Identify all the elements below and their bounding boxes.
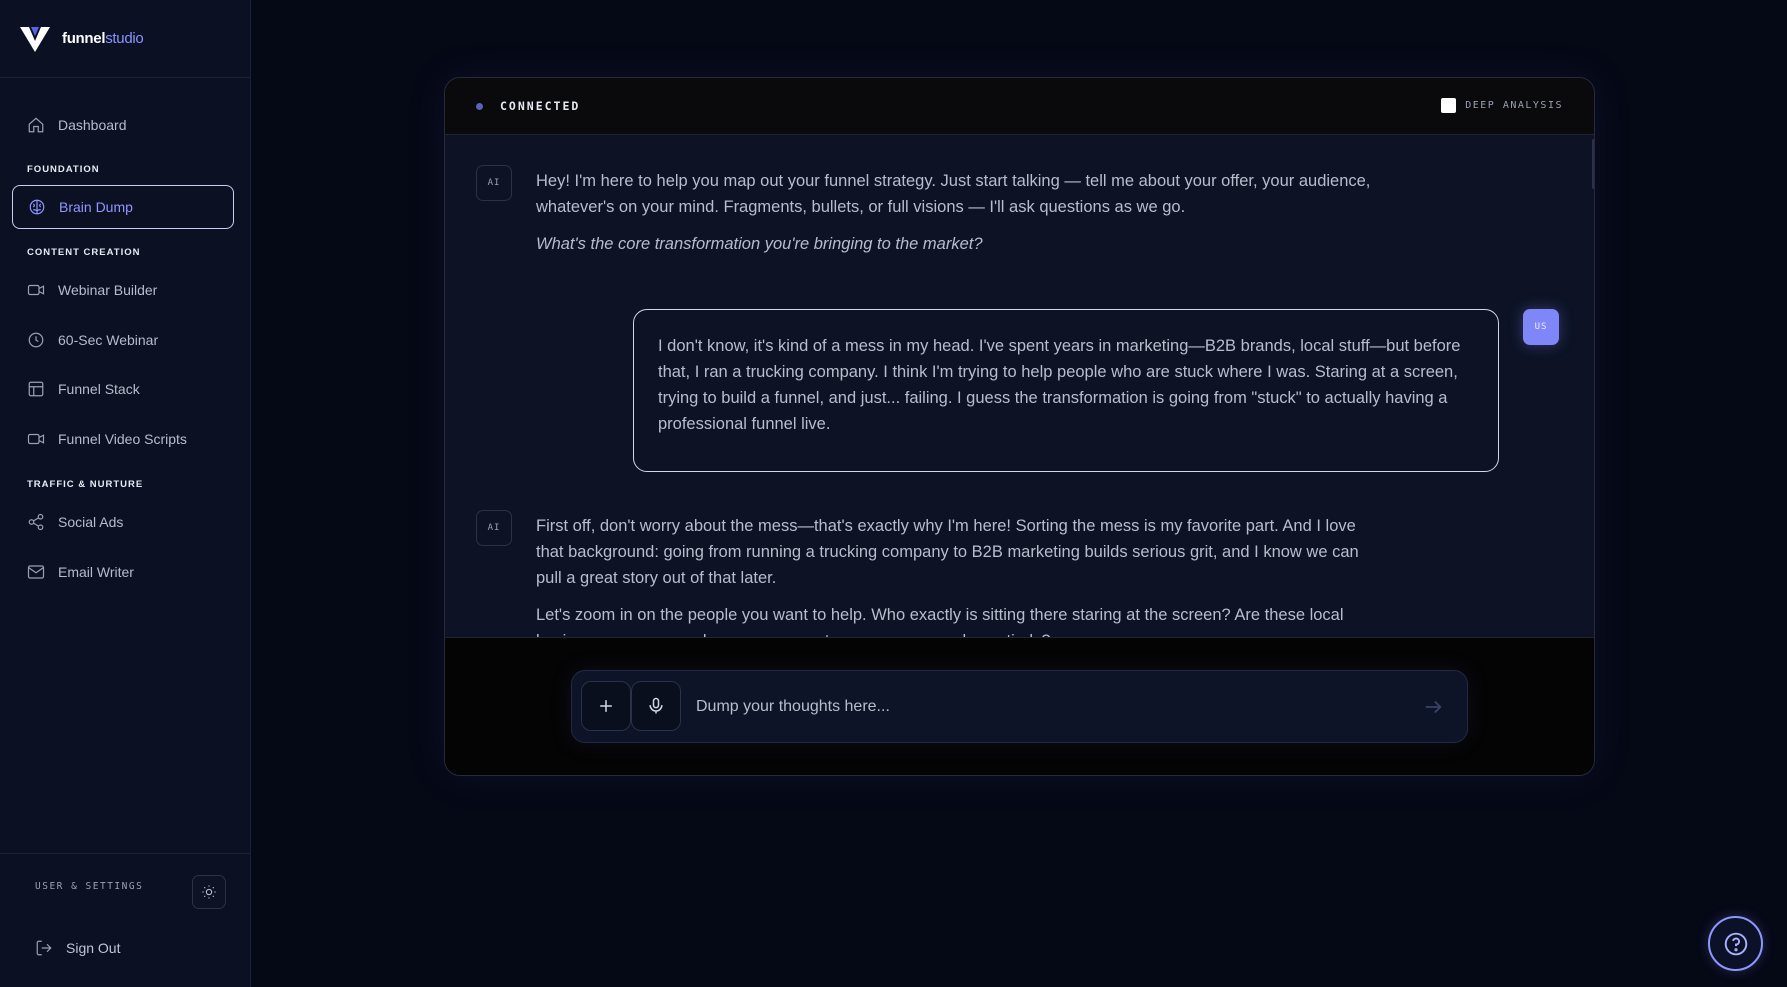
deep-analysis-checkbox[interactable] [1441, 98, 1457, 113]
share-icon [28, 513, 44, 531]
user-message: I don't know, it's kind of a mess in my … [633, 309, 1499, 472]
section-label-foundation: FOUNDATION [27, 164, 100, 175]
sign-out-button[interactable]: Sign Out [35, 939, 120, 957]
help-button[interactable] [1708, 916, 1763, 971]
status-dot-icon [476, 102, 483, 110]
video-icon [27, 433, 45, 445]
ai-avatar: AI [476, 165, 512, 201]
sidebar-item-funnel-stack[interactable]: Funnel Stack [12, 367, 234, 411]
sidebar-item-dashboard[interactable]: Dashboard [12, 103, 234, 147]
deep-analysis-toggle[interactable]: DEEP ANALYSIS [1441, 98, 1563, 113]
sidebar-item-funnel-video-scripts[interactable]: Funnel Video Scripts [12, 417, 234, 461]
section-label-content-creation: CONTENT CREATION [27, 247, 141, 258]
message-question: What's the core transformation you're br… [536, 235, 983, 253]
composer-bar [571, 670, 1468, 743]
logout-icon [36, 940, 52, 956]
sidebar-item-social-ads[interactable]: Social Ads [12, 500, 234, 544]
message-list[interactable]: AI Hey! I'm here to help you map out you… [445, 135, 1594, 637]
ai-avatar: AI [476, 510, 512, 546]
brand-logo[interactable]: funnelstudio [0, 0, 250, 78]
plus-icon [600, 700, 612, 712]
theme-toggle-button[interactable] [192, 875, 226, 909]
sidebar-item-label: Funnel Stack [58, 381, 140, 397]
ai-message: Hey! I'm here to help you map out your f… [536, 168, 1386, 257]
user-avatar: US [1523, 309, 1559, 345]
sign-out-label: Sign Out [66, 940, 121, 956]
sidebar-item-label: Funnel Video Scripts [58, 431, 187, 447]
video-icon [27, 284, 45, 296]
clock-icon [28, 332, 44, 348]
mail-icon [27, 565, 45, 579]
sun-icon [202, 885, 216, 899]
voice-input-button[interactable] [631, 681, 681, 731]
microphone-icon [649, 697, 663, 714]
user-settings-label: USER & SETTINGS [35, 881, 144, 892]
sidebar-item-60-sec-webinar[interactable]: 60-Sec Webinar [12, 318, 234, 362]
scrollbar-thumb[interactable] [1592, 139, 1594, 189]
arrow-right-icon [1425, 700, 1442, 714]
logo-icon [20, 26, 50, 52]
sidebar: funnelstudio Dashboard FOUNDATION Brain … [0, 0, 251, 987]
attach-button[interactable] [581, 681, 631, 731]
sidebar-item-label: Brain Dump [59, 199, 133, 215]
sidebar-item-label: Email Writer [58, 564, 134, 580]
sidebar-item-label: Social Ads [58, 514, 124, 530]
message-paragraph: Let's zoom in on the people you want to … [536, 606, 1344, 637]
section-label-traffic-nurture: TRAFFIC & NURTURE [27, 479, 144, 490]
chat-header: CONNECTED DEEP ANALYSIS [445, 78, 1594, 135]
message-paragraph: First off, don't worry about the mess—th… [536, 517, 1359, 587]
layout-icon [28, 381, 44, 397]
sidebar-item-label: 60-Sec Webinar [58, 332, 159, 348]
home-icon [28, 117, 44, 133]
message-input[interactable] [696, 691, 1396, 723]
chat-panel: CONNECTED DEEP ANALYSIS AI Hey! I'm here… [444, 77, 1595, 776]
help-icon [1724, 932, 1747, 955]
deep-analysis-label: DEEP ANALYSIS [1465, 100, 1563, 111]
sidebar-footer: USER & SETTINGS Sign Out [0, 853, 250, 987]
send-button[interactable] [1419, 693, 1447, 721]
composer-area [445, 637, 1594, 775]
ai-message: First off, don't worry about the mess—th… [536, 513, 1386, 637]
sidebar-item-email-writer[interactable]: Email Writer [12, 550, 234, 594]
sidebar-item-label: Webinar Builder [58, 282, 158, 298]
sidebar-item-brain-dump[interactable]: Brain Dump [12, 185, 234, 229]
connection-status: CONNECTED [500, 99, 581, 113]
sidebar-item-webinar-builder[interactable]: Webinar Builder [12, 268, 234, 312]
sidebar-item-label: Dashboard [58, 117, 127, 133]
message-paragraph: Hey! I'm here to help you map out your f… [536, 172, 1371, 216]
brand-name: funnelstudio [62, 30, 144, 47]
brain-icon [29, 199, 45, 215]
